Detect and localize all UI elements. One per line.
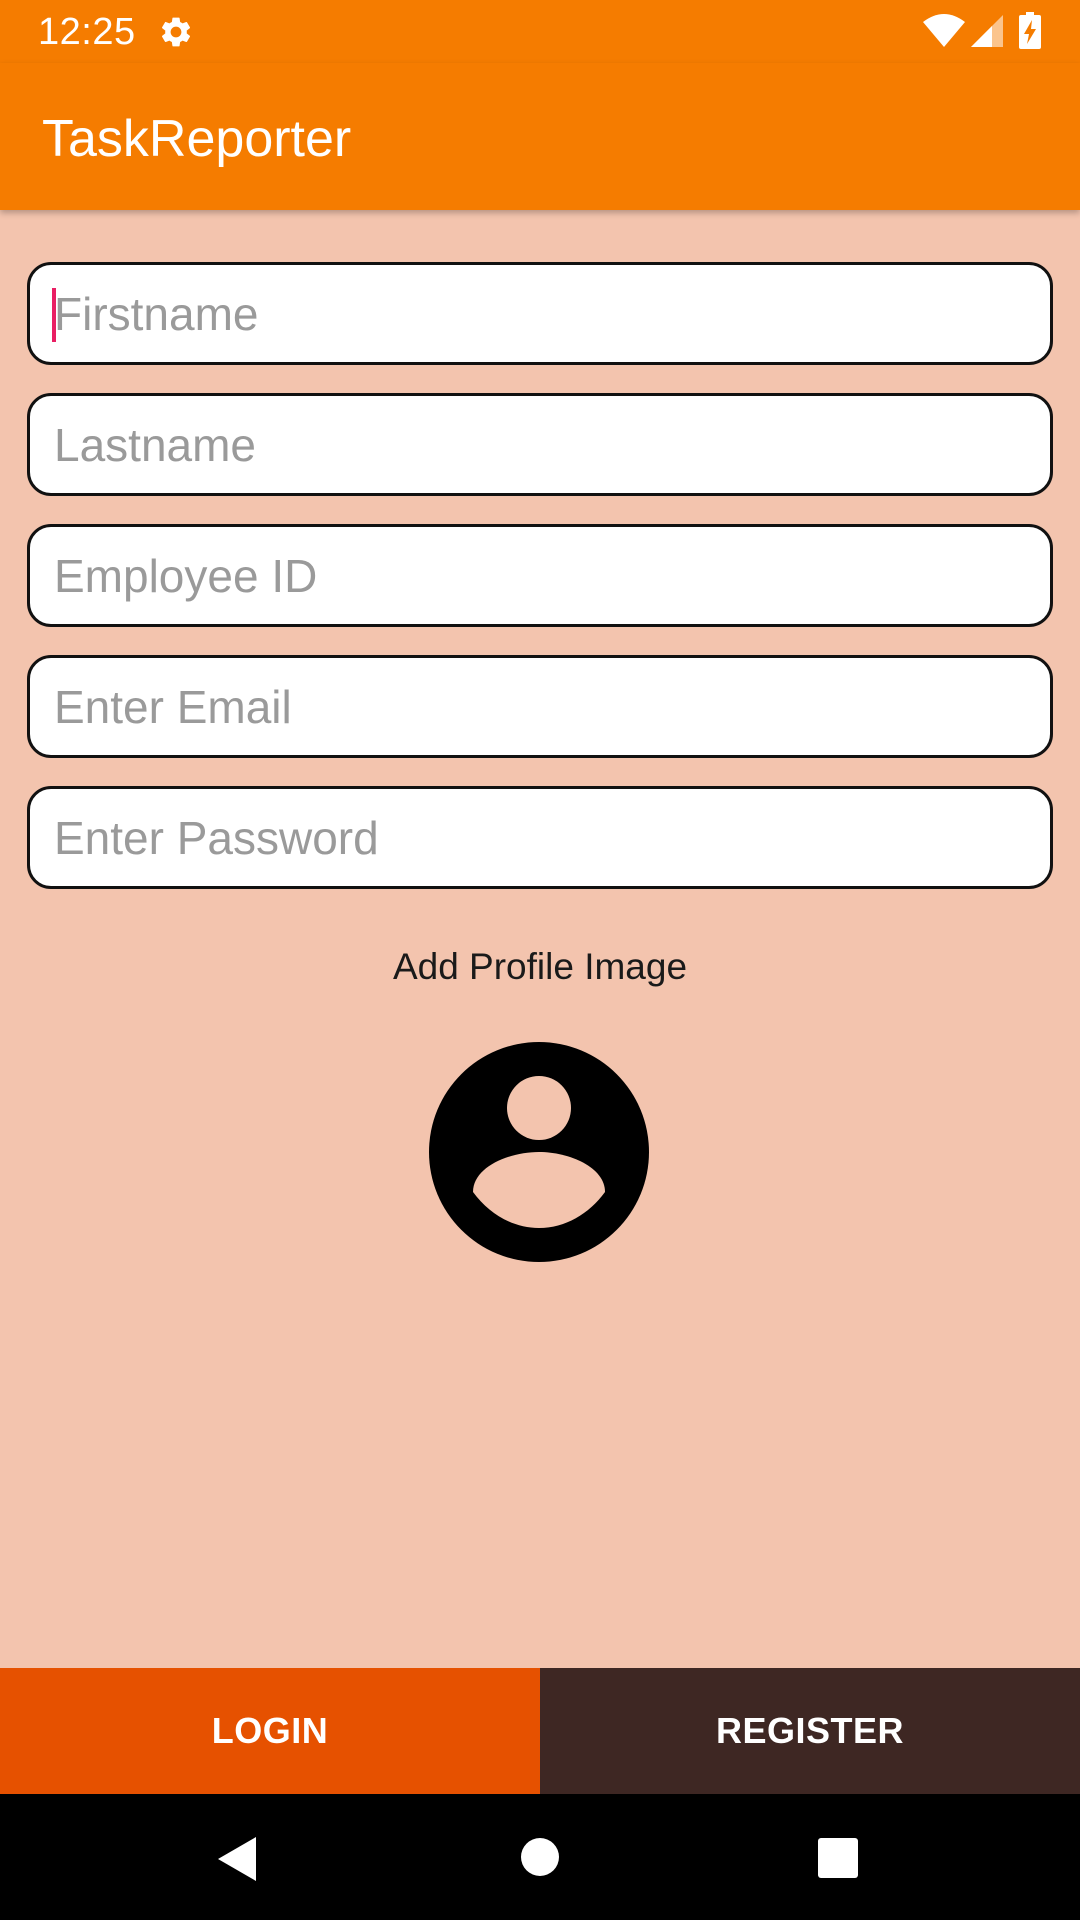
register-button[interactable]: REGISTER xyxy=(540,1668,1080,1794)
gear-icon xyxy=(158,14,194,55)
account-circle-icon[interactable] xyxy=(429,1042,649,1262)
status-bar: 12:25 xyxy=(0,0,1080,63)
email-input[interactable] xyxy=(27,655,1053,758)
firstname-input[interactable] xyxy=(27,262,1053,365)
app-title: TaskReporter xyxy=(42,110,352,168)
login-button[interactable]: LOGIN xyxy=(0,1668,540,1794)
battery-charging-icon xyxy=(1018,12,1042,55)
signal-icon xyxy=(970,14,1004,53)
recents-icon[interactable] xyxy=(818,1838,858,1883)
home-icon[interactable] xyxy=(520,1837,560,1882)
password-input[interactable] xyxy=(27,786,1053,889)
text-cursor xyxy=(52,288,56,342)
add-profile-image-label: Add Profile Image xyxy=(392,946,688,987)
status-time: 12:25 xyxy=(38,11,136,53)
lastname-input[interactable] xyxy=(27,393,1053,496)
back-icon[interactable] xyxy=(216,1835,258,1888)
wifi-icon xyxy=(922,14,966,53)
employee-id-input[interactable] xyxy=(27,524,1053,627)
app-bar: TaskReporter xyxy=(0,63,1080,210)
